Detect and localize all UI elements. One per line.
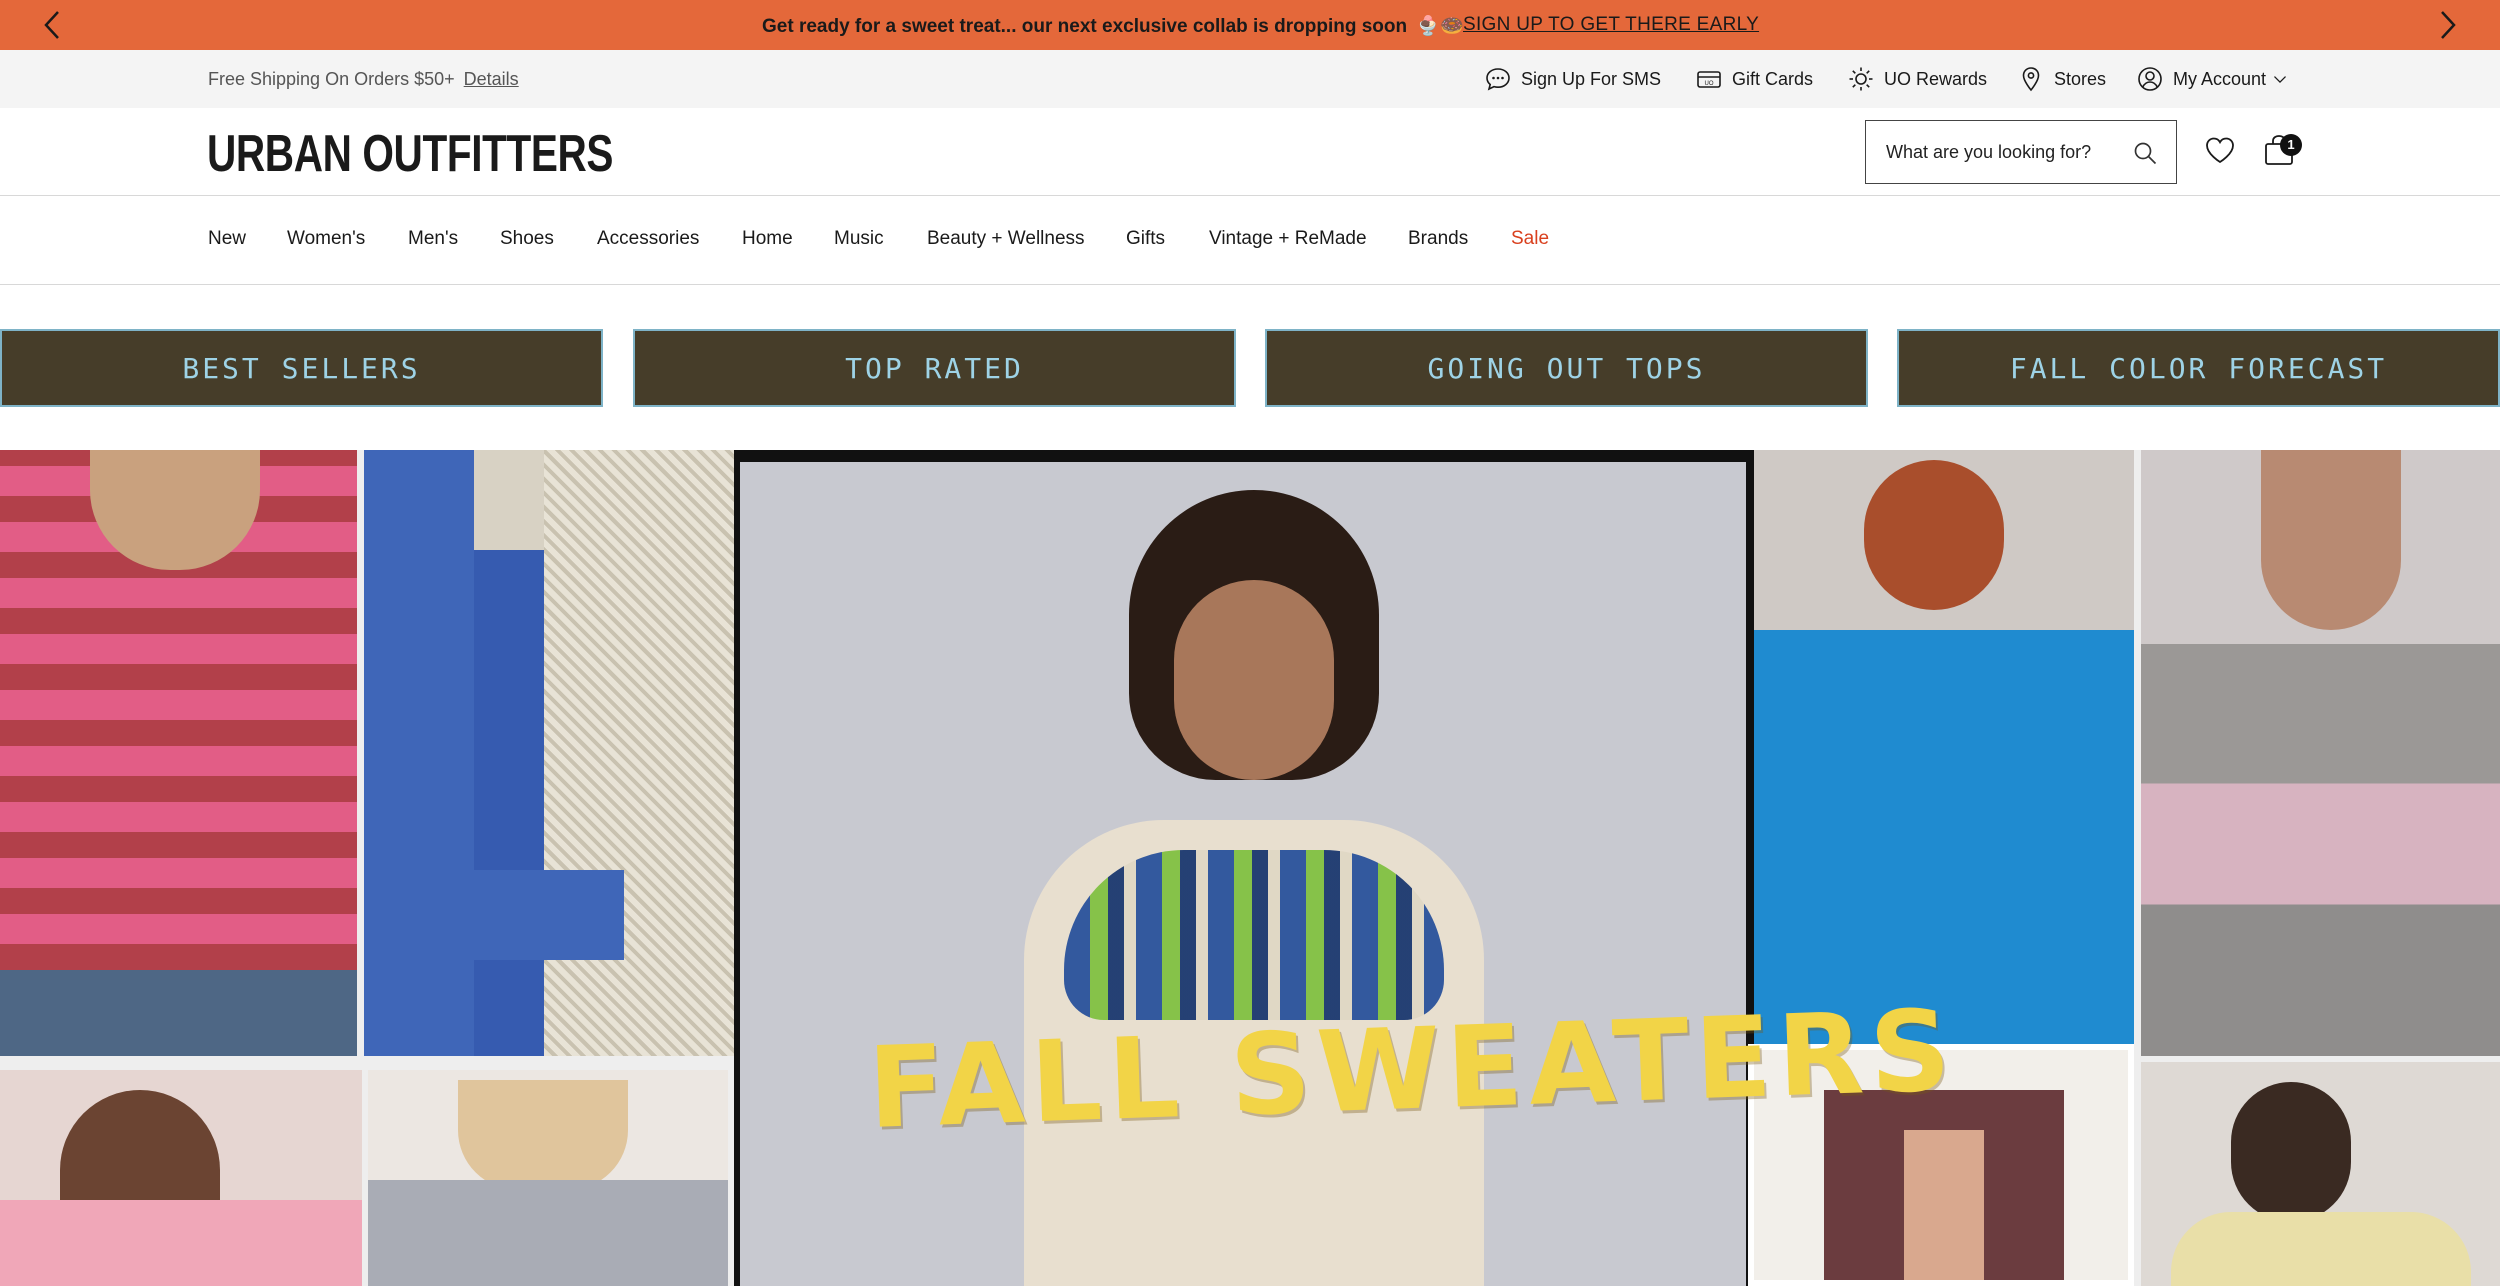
search-input[interactable] <box>1886 141 2126 163</box>
location-pin-icon <box>2022 67 2040 92</box>
photo-blue-cable-knit <box>1754 450 2134 1044</box>
nav-mens[interactable]: Men's <box>408 228 458 250</box>
tile-fall-color-forecast[interactable]: FALL COLOR FORECAST <box>1897 329 2500 407</box>
search-box[interactable] <box>1865 120 2177 184</box>
nav-gifts[interactable]: Gifts <box>1126 228 1165 250</box>
promo-message: Get ready for a sweet treat... our next … <box>762 14 1464 38</box>
promo-bar: Get ready for a sweet treat... our next … <box>0 0 2500 50</box>
nav-new[interactable]: New <box>208 228 246 250</box>
hero-banner[interactable]: FALL SWEATERS <box>0 450 2500 1286</box>
shipping-details-link[interactable]: Details <box>464 69 519 89</box>
stores-label: Stores <box>2054 68 2107 89</box>
uo-rewards-link[interactable]: UO Rewards <box>1848 65 1987 93</box>
search-icon[interactable] <box>2132 140 2158 166</box>
photo-grey-half-zip <box>368 1070 728 1286</box>
rewards-sun-icon <box>1849 67 1873 91</box>
chat-icon <box>1486 68 1510 91</box>
photo-fair-isle-cardigan-main <box>734 450 1754 1286</box>
chevron-right-icon[interactable] <box>2430 8 2464 42</box>
photo-pink-striped-cardigan <box>0 450 357 1056</box>
promo-message-text: Get ready for a sweet treat... our next … <box>762 16 1408 37</box>
main-nav: New Women's Men's Shoes Accessories Home… <box>0 197 2500 285</box>
nav-vintage-remade[interactable]: Vintage + ReMade <box>1209 228 1367 250</box>
shipping-notice: Free Shipping On Orders $50+ Details <box>208 69 519 90</box>
chevron-left-icon[interactable] <box>36 8 70 42</box>
utility-bar: Free Shipping On Orders $50+ Details Sig… <box>0 50 2500 108</box>
sms-signup-label: Sign Up For SMS <box>1521 68 1662 89</box>
tile-fall-color-forecast-label: FALL COLOR FORECAST <box>2009 351 2388 385</box>
chevron-down-icon <box>2274 76 2287 83</box>
nav-music[interactable]: Music <box>834 228 884 250</box>
gift-card-icon: UO <box>1697 71 1721 88</box>
site-header: URBAN OUTFITTERS 1 <box>0 108 2500 196</box>
promo-emoji: 🍨🍩 <box>1416 16 1464 37</box>
tile-going-out-tops[interactable]: GOING OUT TOPS <box>1265 329 1868 407</box>
my-account-label: My Account <box>2173 68 2267 89</box>
gift-cards-link[interactable]: UO Gift Cards <box>1696 65 1813 93</box>
shipping-text: Free Shipping On Orders $50+ <box>208 69 455 89</box>
tile-top-rated[interactable]: TOP RATED <box>633 329 1236 407</box>
tile-top-rated-label: TOP RATED <box>845 351 1024 385</box>
nav-beauty-wellness[interactable]: Beauty + Wellness <box>927 228 1085 250</box>
cart-count-badge: 1 <box>2280 134 2302 156</box>
user-icon <box>2138 67 2162 91</box>
nav-accessories[interactable]: Accessories <box>597 228 699 250</box>
nav-home[interactable]: Home <box>742 228 793 250</box>
nav-womens[interactable]: Women's <box>287 228 365 250</box>
tile-best-sellers-label: BEST SELLERS <box>182 351 421 385</box>
promo-signup-link[interactable]: SIGN UP TO GET THERE EARLY <box>1463 14 1759 36</box>
stores-link[interactable]: Stores <box>2018 65 2106 93</box>
photo-cream-knit <box>2141 1062 2500 1286</box>
gift-cards-label: Gift Cards <box>1732 68 1814 89</box>
uo-rewards-label: UO Rewards <box>1884 68 1988 89</box>
svg-text:UO: UO <box>1705 81 1714 87</box>
photo-ombre-sweater <box>2141 450 2500 1056</box>
nav-brands[interactable]: Brands <box>1408 228 1468 250</box>
tile-best-sellers[interactable]: BEST SELLERS <box>0 329 603 407</box>
my-account-menu[interactable]: My Account <box>2137 65 2288 93</box>
sms-signup-link[interactable]: Sign Up For SMS <box>1485 65 1661 93</box>
wishlist-heart-icon[interactable] <box>2204 135 2236 167</box>
nav-shoes[interactable]: Shoes <box>500 228 554 250</box>
nav-sale[interactable]: Sale <box>1511 228 1549 250</box>
photo-pink-sweater-smile <box>0 1070 362 1286</box>
photo-blue-patchwork-cardigan <box>364 450 734 1056</box>
brand-logo[interactable]: URBAN OUTFITTERS <box>207 124 613 184</box>
tile-going-out-tops-label: GOING OUT TOPS <box>1427 351 1706 385</box>
